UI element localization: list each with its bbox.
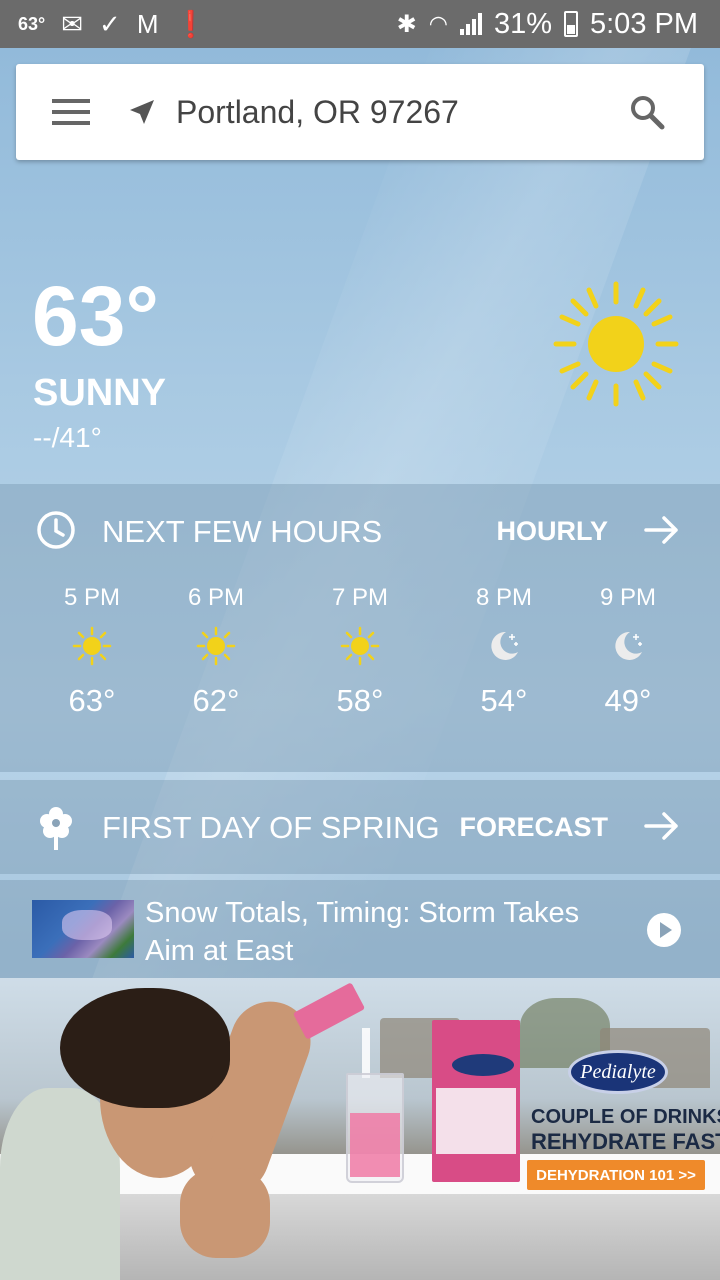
hour-item[interactable]: 5 PM 63° bbox=[32, 580, 152, 719]
forecast-link[interactable]: FORECAST bbox=[460, 812, 609, 843]
gmail-icon: M bbox=[136, 9, 159, 39]
location-search-bar[interactable]: Portland, OR 97267 bbox=[16, 64, 704, 160]
hamburger-menu-icon[interactable] bbox=[52, 99, 90, 125]
ad-glass bbox=[346, 1073, 404, 1183]
alert-icon: ❗ bbox=[174, 9, 207, 39]
hour-time: 6 PM bbox=[187, 584, 244, 611]
location-text[interactable]: Portland, OR 97267 bbox=[176, 94, 459, 131]
hour-item[interactable]: 8 PM 54° bbox=[444, 580, 564, 719]
wifi-icon: ◠ bbox=[428, 11, 448, 36]
hour-temp: 62° bbox=[192, 683, 240, 718]
news-thumbnail[interactable] bbox=[32, 900, 134, 958]
current-temperature: 63° bbox=[32, 269, 160, 363]
signal-icon bbox=[459, 13, 482, 35]
hour-time: 7 PM bbox=[331, 584, 388, 611]
hourly-forecast-list: 5 PM 63° 6 PM 62° 7 PM 58° 8 PM 54° 9 PM… bbox=[0, 580, 720, 730]
bluetooth-icon: ✱ bbox=[396, 10, 417, 38]
sun-icon bbox=[553, 281, 679, 407]
current-condition: SUNNY bbox=[33, 372, 167, 414]
hour-temp: 63° bbox=[68, 683, 116, 718]
ad-cta-button[interactable]: DEHYDRATION 101 >> bbox=[527, 1160, 705, 1190]
status-bar: 63° ✉ ✓ M ❗ ✱ ◠ 31% 5:03 PM bbox=[0, 0, 720, 48]
battery-icon bbox=[564, 11, 578, 37]
moon-icon bbox=[615, 631, 642, 660]
next-few-hours-title: NEXT FEW HOURS bbox=[102, 514, 383, 549]
next-few-hours-card[interactable]: NEXT FEW HOURS HOURLY 5 PM 63° 6 PM 62° … bbox=[0, 484, 720, 772]
status-time: 5:03 PM bbox=[590, 7, 698, 40]
first-day-of-spring-card[interactable]: FIRST DAY OF SPRING FORECAST bbox=[0, 780, 720, 874]
clock-icon bbox=[37, 511, 75, 549]
arrow-right-icon[interactable] bbox=[644, 808, 680, 844]
news-headline[interactable]: Snow Totals, Timing: Storm Takes Aim at … bbox=[145, 894, 585, 970]
search-icon[interactable] bbox=[628, 93, 666, 131]
hour-temp: 49° bbox=[604, 683, 652, 718]
play-icon[interactable] bbox=[646, 912, 682, 948]
hour-time: 5 PM bbox=[63, 584, 120, 611]
current-hi-lo: --/41° bbox=[33, 422, 102, 453]
sun-icon bbox=[196, 626, 236, 666]
mail-icon: ✉ bbox=[61, 9, 84, 39]
sun-icon bbox=[72, 626, 112, 666]
arrow-right-icon[interactable] bbox=[644, 512, 680, 548]
hour-time: 8 PM bbox=[475, 584, 532, 611]
location-arrow-icon[interactable] bbox=[126, 96, 158, 128]
ad-man-hair bbox=[60, 988, 230, 1108]
checkmark-icon: ✓ bbox=[99, 9, 121, 39]
news-video-card[interactable]: Snow Totals, Timing: Storm Takes Aim at … bbox=[0, 880, 720, 978]
flower-icon bbox=[40, 807, 72, 850]
moon-icon bbox=[491, 631, 518, 660]
status-temperature: 63° bbox=[18, 13, 46, 34]
hour-item[interactable]: 9 PM 49° bbox=[568, 580, 688, 719]
sun-icon bbox=[340, 626, 380, 666]
ad-box-label bbox=[436, 1088, 516, 1154]
ad-box-logo bbox=[452, 1054, 514, 1076]
hour-time: 9 PM bbox=[599, 584, 656, 611]
hour-item[interactable]: 7 PM 58° bbox=[300, 580, 420, 719]
hourly-link[interactable]: HOURLY bbox=[496, 516, 608, 547]
pedialyte-ad-banner[interactable]: Pedialyte COUPLE OF DRINKS? REHYDRATE FA… bbox=[0, 978, 720, 1280]
ad-headline-2: REHYDRATE FAST bbox=[531, 1129, 720, 1154]
ad-powder-packet bbox=[292, 982, 366, 1040]
ad-brand-logo: Pedialyte bbox=[568, 1050, 668, 1094]
hour-temp: 58° bbox=[336, 683, 384, 718]
ad-headline-1: COUPLE OF DRINKS? bbox=[531, 1106, 720, 1128]
season-title: FIRST DAY OF SPRING bbox=[102, 810, 440, 845]
ad-powder-stream bbox=[362, 1028, 370, 1078]
hour-item[interactable]: 6 PM 62° bbox=[156, 580, 276, 719]
battery-percent: 31% bbox=[493, 7, 552, 40]
hour-temp: 54° bbox=[480, 683, 528, 718]
weather-app-screen: 63° ✉ ✓ M ❗ ✱ ◠ 31% 5:03 PM Portland, OR… bbox=[0, 0, 720, 1280]
ad-man-hand bbox=[180, 1168, 270, 1258]
